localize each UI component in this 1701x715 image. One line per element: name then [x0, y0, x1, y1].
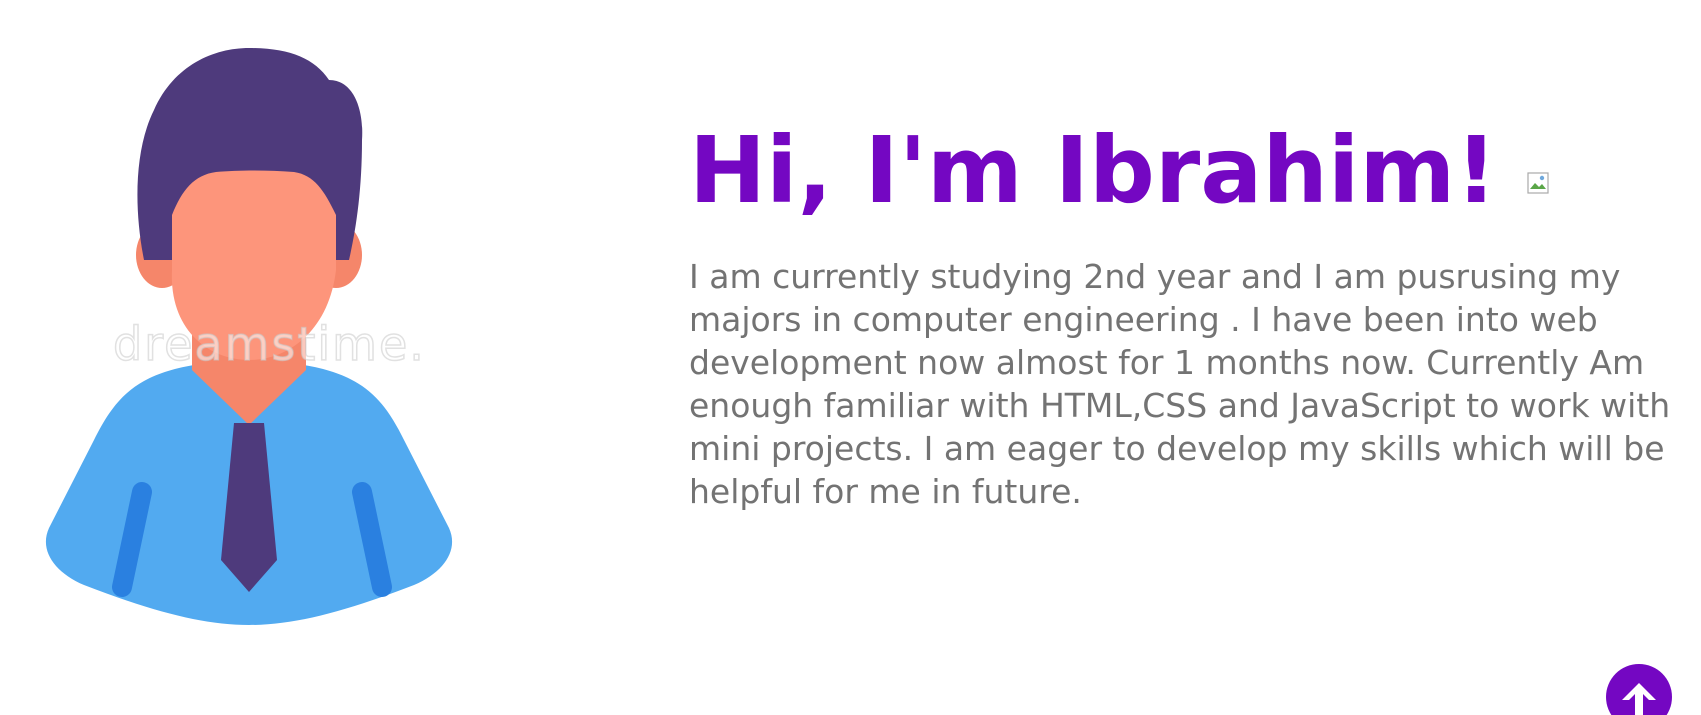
page-title: Hi, I'm Ibrahim!: [689, 120, 1694, 221]
heading-text: Hi, I'm Ibrahim!: [689, 117, 1498, 224]
face-shape: [171, 170, 336, 360]
bio-line: mini projects. I am eager to develop my …: [689, 429, 1665, 469]
arrow-up-icon: [1622, 683, 1656, 715]
back-to-top-button[interactable]: [1606, 664, 1672, 715]
bio-line: enough familiar with HTML,CSS and JavaSc…: [689, 386, 1671, 426]
bio-line: development now almost for 1 months now.…: [689, 343, 1645, 383]
intro-section: Hi, I'm Ibrahim! I am currently studying…: [689, 120, 1694, 513]
page: dreamstime. Hi, I'm Ibrahim! I am curren…: [0, 0, 1701, 715]
bio-line: majors in computer engineering . I have …: [689, 300, 1598, 340]
broken-image-icon: [1527, 172, 1549, 194]
bio-paragraph: I am currently studying 2nd year and I a…: [689, 255, 1694, 513]
bio-line: I am currently studying 2nd year and I a…: [689, 257, 1621, 297]
bio-line: helpful for me in future.: [689, 472, 1082, 512]
avatar: [45, 48, 453, 625]
